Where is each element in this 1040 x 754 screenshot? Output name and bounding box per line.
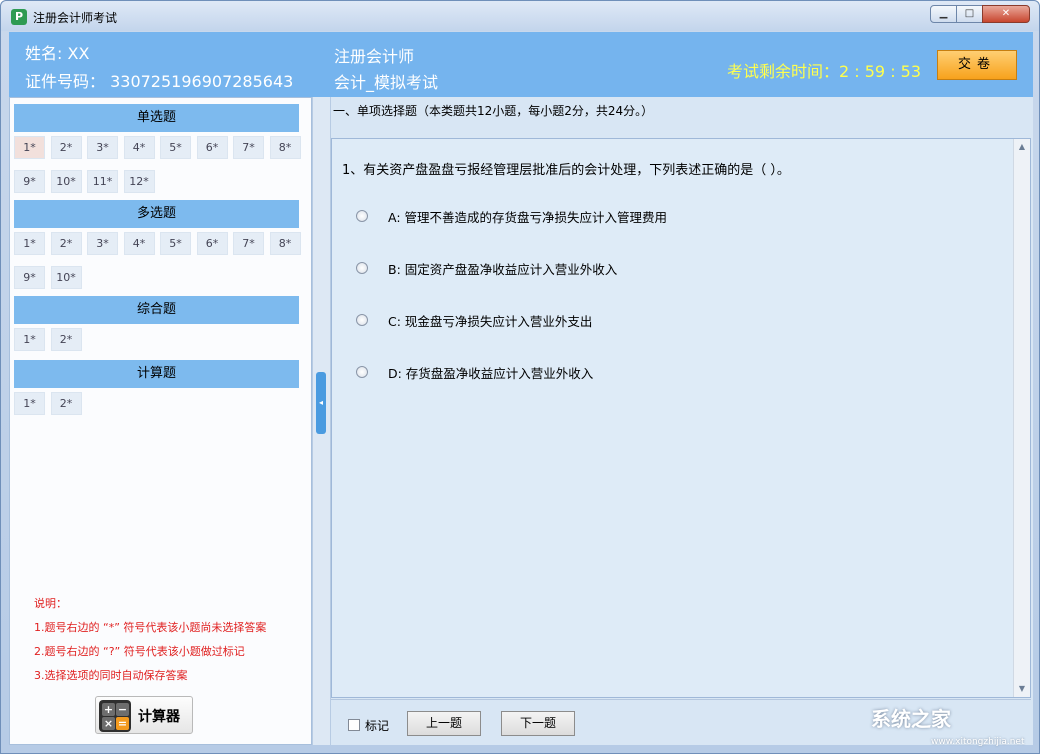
question-number-button[interactable]: 12* bbox=[123, 170, 155, 193]
question-number-button[interactable]: 5* bbox=[160, 232, 191, 255]
question-number-button[interactable]: 2* bbox=[50, 392, 82, 415]
candidate-id: 证件号码： 330725196907285643 bbox=[25, 72, 294, 91]
question-number-button[interactable]: 6* bbox=[196, 136, 228, 159]
app-window: P 注册会计师考试 ▁ □ ✕ 姓名: XX 证件号码： 33072519690… bbox=[0, 0, 1040, 754]
window-title: 注册会计师考试 bbox=[33, 11, 118, 25]
option-label: D: 存货盘盈净收益应计入营业外收入 bbox=[388, 366, 594, 381]
question-text: 1、有关资产盘盈盘亏报经管理层批准后的会计处理，下列表述正确的是（ ）。 bbox=[342, 163, 790, 178]
question-number-button[interactable]: 1* bbox=[14, 392, 45, 415]
question-panel: 一、单项选择题（本类题共12小题，每小题2分，共24分。） 1、有关资产盘盈盘亏… bbox=[331, 97, 1033, 745]
question-number-button[interactable]: 10* bbox=[50, 170, 82, 193]
question-number-button[interactable]: 1* bbox=[14, 136, 45, 159]
question-number-button[interactable]: 9* bbox=[14, 266, 45, 289]
instruction-line: 3.选择选项的同时自动保存答案 bbox=[34, 669, 188, 682]
section-header-multiple-choice: 多选题 bbox=[14, 200, 299, 228]
section-header-comprehensive: 综合题 bbox=[14, 296, 299, 324]
question-number-button[interactable]: 5* bbox=[160, 136, 191, 159]
option-radio[interactable] bbox=[356, 314, 368, 326]
question-number-button[interactable]: 4* bbox=[123, 136, 155, 159]
question-number-button[interactable]: 2* bbox=[50, 328, 82, 351]
maximize-button[interactable]: □ bbox=[956, 5, 983, 23]
question-number-button[interactable]: 7* bbox=[233, 232, 264, 255]
question-number-button[interactable]: 7* bbox=[233, 136, 264, 159]
scroll-up-icon[interactable]: ▲ bbox=[1014, 139, 1030, 155]
minimize-button[interactable]: ▁ bbox=[930, 5, 957, 23]
option-radio[interactable] bbox=[356, 262, 368, 274]
option-label: A: 管理不善造成的存货盘亏净损失应计入管理费用 bbox=[388, 210, 668, 225]
question-number-button[interactable]: 3* bbox=[87, 136, 118, 159]
title-bar: P 注册会计师考试 ▁ □ ✕ bbox=[1, 1, 1039, 31]
remaining-time: 考试剩余时间：2 : 59 : 53 bbox=[727, 62, 922, 81]
app-icon: P bbox=[11, 9, 27, 25]
option-radio[interactable] bbox=[356, 210, 368, 222]
question-navigator: 单选题 1* 2* 3* 4* 5* 6* 7* 8* 9* 10* 11* 12* 多选题 1* 2*… bbox=[9, 97, 312, 745]
question-number-button[interactable]: 2* bbox=[50, 136, 82, 159]
question-number-button[interactable]: 9* bbox=[14, 170, 45, 193]
exam-type: 会计_模拟考试 bbox=[334, 73, 439, 92]
submit-exam-button[interactable]: 交卷 bbox=[937, 50, 1017, 80]
calc-key: − bbox=[116, 703, 129, 716]
question-number-button[interactable]: 1* bbox=[14, 328, 45, 351]
panel-splitter[interactable]: ◂ bbox=[312, 97, 331, 745]
option-radio[interactable] bbox=[356, 366, 368, 378]
question-number-button[interactable]: 11* bbox=[87, 170, 118, 193]
instructions: 说明： 1.题号右边的 “*” 符号代表该小题尚未选择答案 2.题号右边的 “?… bbox=[34, 592, 266, 688]
question-number-button[interactable]: 3* bbox=[87, 232, 118, 255]
calculator-button[interactable]: + − × = 计算器 bbox=[95, 696, 193, 734]
calc-key: = bbox=[116, 717, 129, 730]
instructions-heading: 说明： bbox=[34, 597, 67, 610]
exam-header: 姓名: XX 证件号码： 330725196907285643 注册会计师 会计… bbox=[9, 32, 1033, 97]
close-button[interactable]: ✕ bbox=[982, 5, 1030, 23]
watermark-url: www.xitongzhijia.net bbox=[931, 737, 1025, 747]
vertical-scrollbar[interactable]: ▲ ▼ bbox=[1013, 139, 1030, 697]
collapse-panel-handle[interactable]: ◂ bbox=[316, 372, 326, 434]
next-question-button[interactable]: 下一题 bbox=[501, 711, 575, 736]
mark-checkbox[interactable] bbox=[348, 719, 360, 731]
mark-label: 标记 bbox=[365, 719, 390, 733]
question-number-button[interactable]: 10* bbox=[50, 266, 82, 289]
question-number-button[interactable]: 6* bbox=[196, 232, 228, 255]
candidate-name: 姓名: XX bbox=[25, 44, 90, 63]
section-instructions: 一、单项选择题（本类题共12小题，每小题2分，共24分。） bbox=[333, 104, 654, 118]
question-number-button[interactable]: 8* bbox=[269, 136, 301, 159]
section-header-calculation: 计算题 bbox=[14, 360, 299, 388]
option-label: C: 现金盘亏净损失应计入营业外支出 bbox=[388, 314, 593, 329]
exam-name: 注册会计师 bbox=[334, 47, 415, 66]
instruction-line: 1.题号右边的 “*” 符号代表该小题尚未选择答案 bbox=[34, 621, 267, 634]
question-number-button[interactable]: 8* bbox=[269, 232, 301, 255]
section-header-single-choice: 单选题 bbox=[14, 104, 299, 132]
question-area: 1、有关资产盘盈盘亏报经管理层批准后的会计处理，下列表述正确的是（ ）。 A: … bbox=[331, 138, 1031, 698]
calc-key: + bbox=[102, 703, 115, 716]
question-number-button[interactable]: 1* bbox=[14, 232, 45, 255]
scroll-down-icon[interactable]: ▼ bbox=[1014, 681, 1030, 697]
question-number-button[interactable]: 4* bbox=[123, 232, 155, 255]
calculator-label: 计算器 bbox=[138, 709, 180, 725]
calculator-icon: + − × = bbox=[99, 700, 131, 732]
instruction-line: 2.题号右边的 “?” 符号代表该小题做过标记 bbox=[34, 645, 245, 658]
calc-key: × bbox=[102, 717, 115, 730]
previous-question-button[interactable]: 上一题 bbox=[407, 711, 481, 736]
question-number-button[interactable]: 2* bbox=[50, 232, 82, 255]
option-label: B: 固定资产盘盈净收益应计入营业外收入 bbox=[388, 262, 618, 277]
